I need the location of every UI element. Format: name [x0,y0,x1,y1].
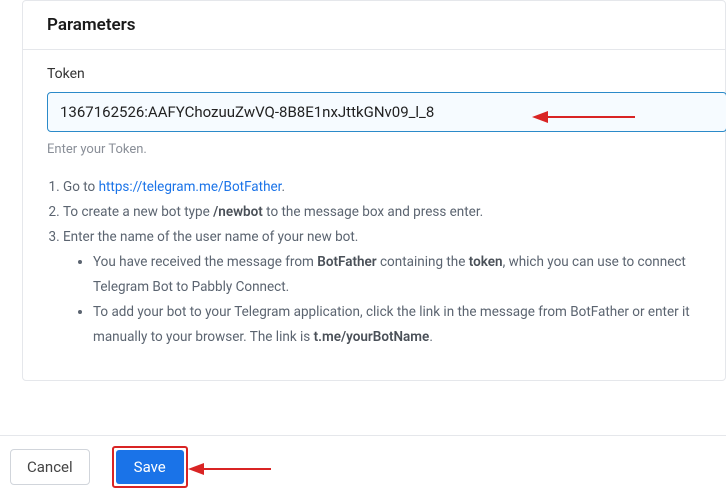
instruction-bullet-2: To add your bot to your Telegram applica… [93,300,725,350]
b1-d: token [469,254,503,270]
instruction-step-2: To create a new bot type /newbot to the … [63,200,725,225]
step2-suffix: to the message box and press enter. [263,204,483,220]
newbot-command: /newbot [213,204,263,220]
instruction-step-3: Enter the name of the user name of your … [63,225,725,250]
token-input-wrap [47,92,725,132]
parameters-panel: Parameters Token Enter your Token. Go to… [22,0,726,381]
token-label: Token [47,66,725,82]
botfather-link[interactable]: https://telegram.me/BotFather [99,179,282,195]
panel-header: Parameters [23,1,725,50]
step1-prefix: Go to [63,179,99,195]
step1-suffix: . [281,179,285,195]
instruction-step-1: Go to https://telegram.me/BotFather. [63,175,725,200]
footer-bar: Cancel Save [0,435,726,500]
token-input[interactable] [47,92,726,132]
step2-prefix: To create a new bot type [63,204,213,220]
save-button-highlight: Save [112,446,188,488]
panel-body: Token Enter your Token. Go to https://te… [23,50,725,380]
save-button[interactable]: Save [116,450,184,484]
b2-b: t.me/yourBotName [314,329,430,345]
panel-title: Parameters [47,15,701,35]
cancel-button[interactable]: Cancel [10,449,90,485]
b1-b: BotFather [317,254,376,270]
instructions-block: Go to https://telegram.me/BotFather. To … [47,175,725,350]
token-helper-text: Enter your Token. [47,142,725,157]
instruction-bullet-1: You have received the message from BotFa… [93,250,725,300]
b2-c: . [429,329,433,345]
b1-c: containing the [377,254,469,270]
b1-a: You have received the message from [93,254,317,270]
